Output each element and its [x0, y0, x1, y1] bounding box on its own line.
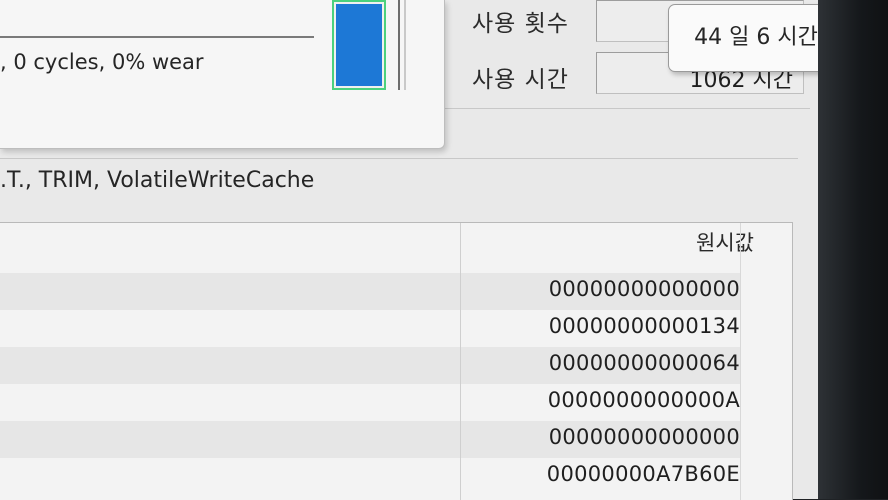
column-separator[interactable] [460, 223, 461, 500]
wear-summary-text: , 0 cycles, 0% wear [0, 50, 204, 74]
popup-divider [0, 36, 314, 38]
raw-value-cell: 00000000000134 [548, 314, 740, 338]
raw-value-cell: 0000000000000A [547, 388, 740, 412]
column-separator[interactable] [740, 223, 741, 500]
divider [0, 158, 798, 159]
table-row[interactable]: 00000000000000 [0, 273, 740, 310]
wear-popup-panel: , 0 cycles, 0% wear [0, 0, 445, 149]
power-on-count-label: 사용 횟수 [472, 11, 569, 37]
table-row[interactable]: 00000000A7B60E [0, 458, 740, 495]
screen-bezel [818, 0, 888, 499]
wear-level-bar [332, 0, 386, 90]
raw-value-cell: 00000000000000 [548, 425, 740, 449]
divider [440, 108, 810, 109]
raw-value-cell: 00000000A7B60E [546, 462, 740, 486]
power-on-hours-label: 사용 시간 [472, 67, 569, 93]
features-list: .T., TRIM, VolatileWriteCache [0, 168, 315, 193]
table-row[interactable]: 0000000000000A [0, 384, 740, 421]
raw-value-column-header[interactable]: 원시값 [696, 227, 754, 257]
table-row[interactable]: 00000000000000 [0, 421, 740, 458]
raw-value-cell: 00000000000000 [548, 277, 740, 301]
crystaldiskinfo-window: 사용 횟수 사용 시간 1062 시간 .T., TRIM, VolatileW… [0, 0, 844, 500]
wear-level-fill [336, 4, 382, 86]
raw-value-cell: 00000000000064 [548, 351, 740, 375]
table-row[interactable]: 00000000000064 [0, 347, 740, 384]
popup-scrollbar[interactable] [398, 0, 406, 90]
smart-attribute-table[interactable]: 원시값 00000000000000 00000000000134 00000000… [0, 222, 793, 500]
table-row[interactable]: 00000000000134 [0, 310, 740, 347]
